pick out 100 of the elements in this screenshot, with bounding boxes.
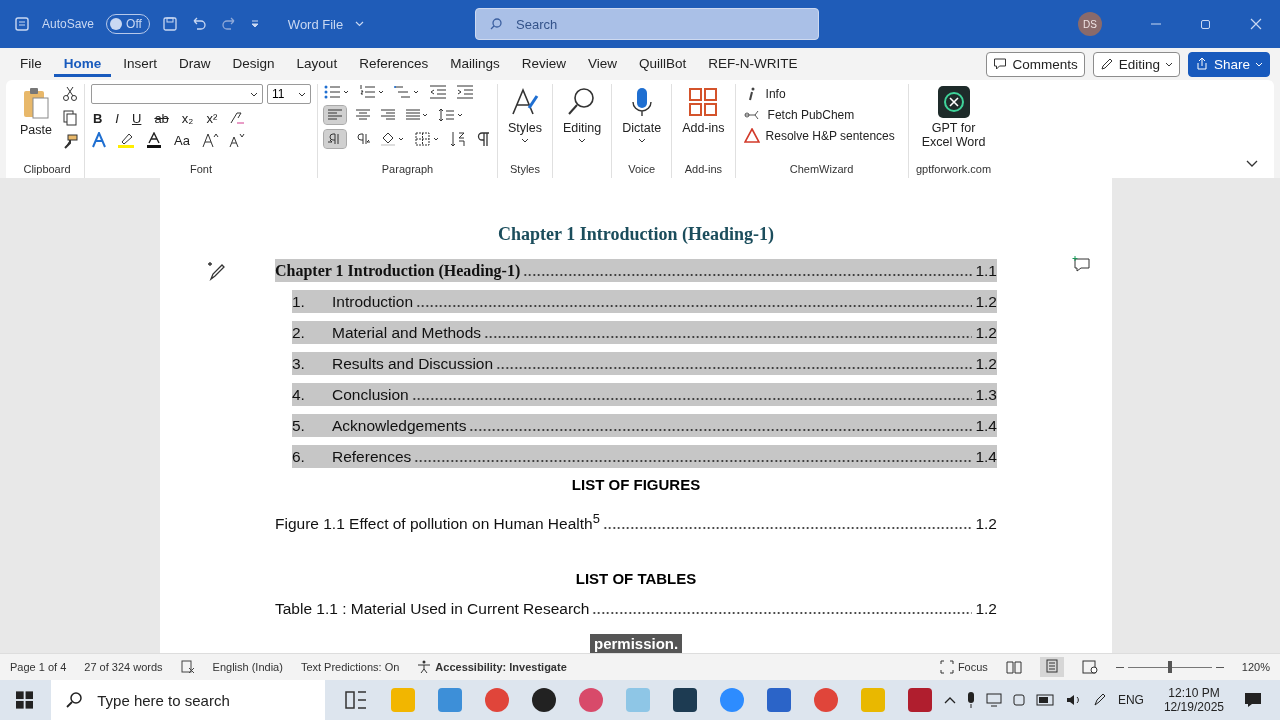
microphone-icon[interactable] [965, 692, 976, 708]
collapse-ribbon-icon[interactable] [1246, 160, 1258, 168]
editing-button[interactable]: Editing [559, 84, 606, 145]
document-title[interactable]: Word File [287, 16, 344, 32]
customize-icon[interactable] [249, 19, 260, 29]
font-style-button[interactable]: ab [152, 110, 171, 126]
save-icon[interactable] [161, 16, 178, 32]
zoom-slider-thumb[interactable] [1167, 661, 1172, 673]
group-label: Styles [509, 163, 541, 177]
caret-icon[interactable] [297, 92, 306, 97]
figure-entry[interactable]: Figure 1.1 Effect of pollution on Human Health$^{5}$ 1.2 [275, 507, 997, 530]
notification-icon[interactable] [1244, 692, 1262, 708]
multilevel-list-icon[interactable] [393, 84, 420, 100]
word-count[interactable]: 27 of 324 words [84, 661, 163, 673]
document-icon[interactable] [14, 16, 30, 32]
ribbon-tab[interactable]: REF-N-WRITE [698, 51, 808, 77]
gpt-addin-button[interactable]: GPT for Excel Word [914, 84, 993, 151]
battery-icon[interactable] [1035, 694, 1056, 706]
windows-start-icon[interactable] [16, 691, 34, 709]
ribbon-tab[interactable]: Layout [286, 51, 348, 77]
ribbon-tab[interactable]: Mailings [440, 51, 510, 77]
align-right-icon[interactable] [379, 108, 396, 122]
shrink-font-icon[interactable] [227, 132, 246, 148]
input-language[interactable]: ENG [1117, 693, 1144, 707]
styles-button[interactable]: Styles [503, 84, 546, 145]
print-layout-icon[interactable] [1039, 657, 1064, 677]
text-effects-icon[interactable] [90, 132, 107, 148]
font-style-button[interactable]: x² [204, 110, 220, 126]
ribbon-tab[interactable]: Draw [169, 51, 221, 77]
right-to-left-icon[interactable] [354, 132, 371, 146]
chevron-up-icon[interactable] [943, 696, 956, 704]
justify-icon[interactable] [404, 108, 429, 122]
font-size-field[interactable]: 11 [266, 84, 311, 104]
chemwizard-button[interactable]: Fetch PubChem [741, 108, 857, 122]
toc-entry[interactable]: 5. Acknowledgements 1.4 [292, 414, 997, 437]
search-field[interactable]: Search [475, 8, 819, 40]
share-button[interactable]: Share [1187, 51, 1270, 77]
dictate-button[interactable]: Dictate [618, 84, 666, 145]
borders-icon[interactable] [414, 132, 441, 146]
language-status[interactable]: English (India) [212, 661, 283, 673]
page-count[interactable]: Page 1 of 4 [10, 661, 67, 673]
toc-entry[interactable]: 4. Conclusion 1.3 [292, 383, 997, 406]
chemwizard-button[interactable]: Resolve H&P sentences [741, 128, 897, 143]
ribbon-tab[interactable]: Design [222, 51, 285, 77]
accessibility-status[interactable]: Accessibility: Investigate [417, 660, 567, 674]
ribbon-tab[interactable]: Review [511, 51, 576, 77]
zoom-level[interactable]: 120% [1241, 661, 1270, 673]
ribbon-tab[interactable]: References [349, 51, 439, 77]
font-style-button[interactable]: I [113, 110, 121, 126]
align-left-icon[interactable] [323, 106, 346, 124]
speaker-icon[interactable] [1065, 693, 1082, 707]
user-avatar[interactable]: DS [1078, 12, 1102, 36]
toc-entry[interactable]: 2. Material and Methods 1.2 [292, 321, 997, 344]
highlighter-icon[interactable] [115, 132, 136, 148]
increase-indent-icon[interactable] [455, 84, 474, 100]
toc-entry[interactable]: 3. Results and Discussion 1.2 [292, 352, 997, 375]
ribbon-tab[interactable]: File [10, 51, 52, 77]
chemwizard-button[interactable]: Info [741, 86, 788, 102]
font-color-icon[interactable] [144, 132, 163, 148]
caret-icon[interactable] [249, 92, 258, 97]
pilcrow-icon[interactable] [476, 131, 491, 147]
align-center-icon[interactable] [354, 108, 371, 122]
toc-entry[interactable]: 6. References 1.4 [292, 445, 997, 468]
toc-entry[interactable]: 1. Introduction 1.2 [292, 290, 997, 313]
grow-font-icon[interactable] [200, 132, 219, 148]
restore-icon[interactable] [1200, 18, 1212, 30]
change-case-button[interactable]: Aa [171, 132, 192, 148]
paste-button[interactable]: Paste [16, 84, 56, 139]
pen-icon[interactable] [1091, 692, 1108, 708]
font-style-button[interactable]: U [130, 110, 144, 126]
taskbar-search-field[interactable]: Type here to search [51, 680, 325, 720]
bullets-icon[interactable] [323, 84, 350, 100]
ribbon-tab[interactable]: Insert [113, 51, 168, 77]
text-predictions-status[interactable]: Text Predictions: On [300, 661, 400, 673]
decrease-indent-icon[interactable] [428, 84, 447, 100]
read-mode-icon[interactable] [1005, 660, 1022, 674]
web-layout-icon[interactable] [1081, 660, 1098, 674]
left-to-right-icon[interactable] [323, 130, 346, 148]
numbering-icon[interactable] [358, 84, 385, 100]
comments-button[interactable]: Comments [986, 51, 1085, 77]
sort-icon[interactable] [449, 131, 468, 147]
add-comment-icon[interactable] [1072, 255, 1092, 273]
editing-mode-button[interactable]: Editing [1092, 51, 1180, 77]
table-entry[interactable]: Table 1.1 : Material Used in Current Research 1.2 [275, 597, 997, 620]
add-ins-button[interactable]: Add-ins [678, 84, 729, 137]
eraser-icon[interactable] [228, 110, 247, 126]
ribbon-tab[interactable]: View [578, 51, 627, 77]
proofing-icon[interactable] [180, 660, 195, 674]
font-style-button[interactable]: B [90, 110, 105, 126]
ribbon-tab[interactable]: Home [53, 51, 112, 77]
taskbar-clock[interactable]: 12:10 PM 12/19/2025 [1163, 686, 1224, 714]
font-name-field[interactable] [90, 84, 263, 104]
ribbon-tab[interactable]: QuillBot [629, 51, 697, 77]
copy-icon[interactable] [61, 110, 78, 126]
font-style-button[interactable]: x₂ [179, 110, 196, 126]
line-spacing-icon[interactable] [437, 108, 464, 122]
shading-icon[interactable] [379, 132, 406, 146]
focus-button[interactable]: Focus [939, 660, 988, 674]
toc-entry[interactable]: Chapter 1 Introduction (Heading-1) 1.1 [275, 259, 997, 282]
close-icon[interactable] [1250, 18, 1262, 30]
